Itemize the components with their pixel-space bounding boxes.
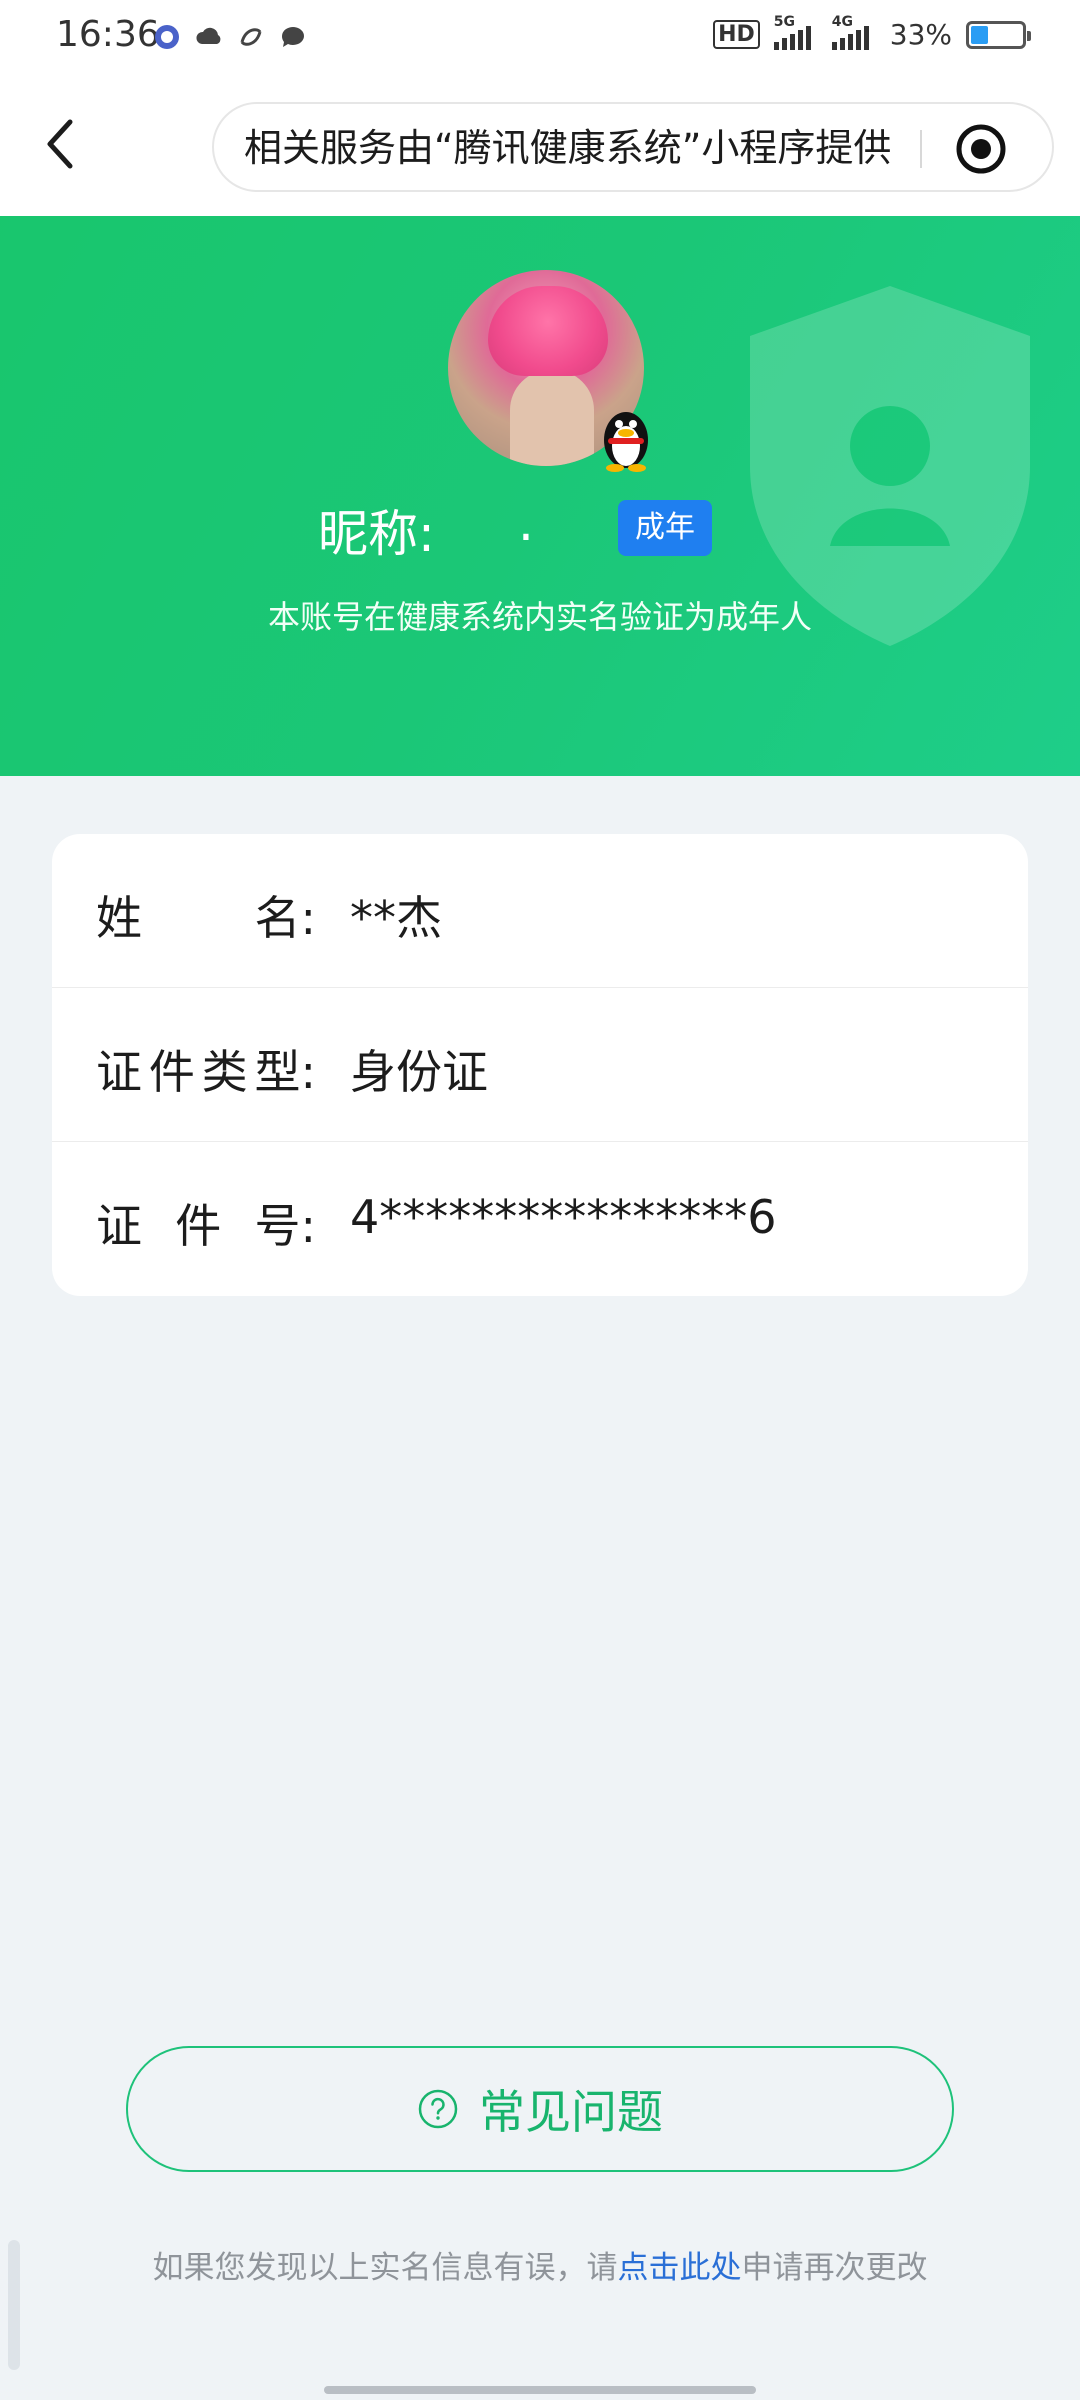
app-notification-icon (155, 25, 179, 49)
battery-fill (971, 25, 988, 44)
notification-icons (152, 22, 308, 52)
name-row: 姓 名: **杰 (52, 834, 1028, 988)
name-value: **杰 (350, 891, 442, 945)
cloud-icon (196, 27, 221, 44)
status-time: 16:36 (56, 14, 160, 55)
home-indicator[interactable] (324, 2386, 756, 2394)
battery-percent: 33% (889, 18, 952, 51)
qq-penguin-icon (604, 412, 648, 472)
nickname-value: . (518, 494, 534, 552)
back-arrow-icon[interactable] (30, 112, 94, 176)
id-type-key: 证 件 类 型: (96, 1045, 316, 1099)
verification-description: 本账号在健康系统内实名验证为成年人 (267, 598, 812, 636)
id-number-row: 证 件 号: 4****************6 (52, 1142, 1028, 1296)
id-type-row: 证 件 类 型: 身份证 (52, 988, 1028, 1142)
side-edge-handle[interactable] (8, 2240, 20, 2370)
chat-bubble-icon (281, 26, 304, 47)
adult-badge: 成年 (618, 500, 712, 556)
identity-info-card: 姓 名: **杰 证 件 类 型: 身份证 证 件 号: 4**********… (52, 834, 1028, 1296)
status-bar: 16:36 HD 5G 4G 33% (0, 0, 1080, 78)
click-here-link[interactable]: 点击此处 (618, 2250, 742, 2286)
faq-button[interactable]: 常见问题 (126, 2046, 954, 2172)
profile-header: 昵称: . 成年 本账号在健康系统内实名验证为成年人 (0, 216, 1080, 776)
pill-divider (920, 130, 922, 168)
id-number-key: 证 件 号: (96, 1199, 316, 1253)
nickname-label: 昵称: (318, 505, 435, 563)
faq-label: 常见问题 (479, 2085, 663, 2139)
name-key: 姓 名: (96, 891, 316, 945)
footer-text-before: 如果您发现以上实名信息有误，请 (152, 2250, 618, 2286)
id-number-value: 4****************6 (350, 1190, 777, 1244)
signal-4g-icon: 4G (831, 14, 876, 50)
footer-note: 如果您发现以上实名信息有误，请点击此处申请再次更改 (0, 2242, 1080, 2287)
footer-text-after: 申请再次更改 (741, 2250, 928, 2286)
question-circle-icon (418, 2089, 458, 2129)
sync-icon (240, 28, 262, 46)
close-miniprogram-icon[interactable] (954, 122, 1008, 176)
service-title-pill: 相关服务由“腾讯健康系统”小程序提供 (212, 102, 1054, 192)
battery-icon (966, 20, 1031, 49)
signal-5g-icon: 5G (773, 14, 818, 50)
service-title: 相关服务由“腾讯健康系统”小程序提供 (244, 126, 892, 170)
hd-indicator: HD (713, 20, 760, 49)
nav-bar: 相关服务由“腾讯健康系统”小程序提供 (0, 78, 1080, 216)
id-type-value: 身份证 (350, 1045, 488, 1099)
page: 16:36 HD 5G 4G 33% 相关服务由“腾讯健康系统”小程序提供 昵称… (0, 0, 1080, 2400)
status-right: HD 5G 4G 33% (713, 14, 1031, 51)
